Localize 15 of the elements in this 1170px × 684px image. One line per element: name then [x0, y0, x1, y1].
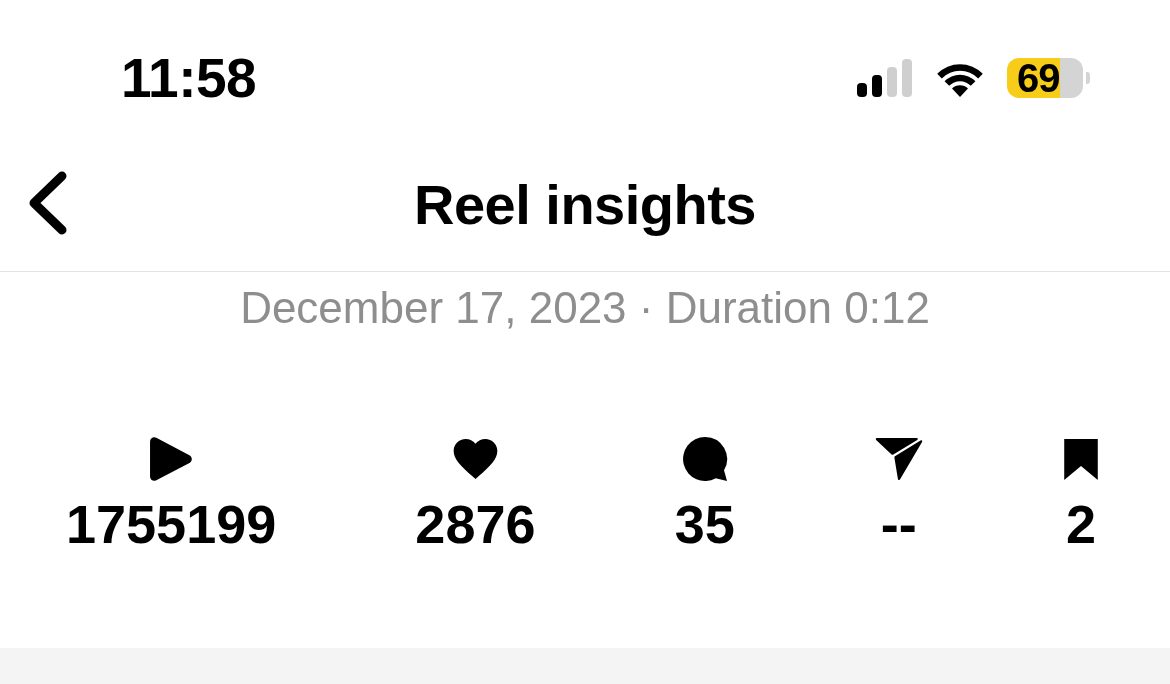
- metric-value: --: [880, 497, 917, 551]
- metric-value: 2: [1065, 497, 1096, 551]
- play-icon: [150, 437, 193, 481]
- reel-date-duration: December 17, 2023 · Duration 0:12: [240, 286, 930, 330]
- signal-bars-icon: [857, 59, 913, 97]
- metric-value: 2876: [415, 497, 536, 551]
- metric-value: 1755199: [66, 497, 277, 551]
- back-chevron-icon: [28, 170, 68, 236]
- heart-icon: [452, 439, 498, 479]
- clock-time: 11:58: [121, 50, 257, 106]
- bookmark-icon: [1062, 438, 1099, 480]
- battery-percentage: 69: [1017, 58, 1060, 98]
- speech-bubble-icon: [680, 437, 729, 481]
- paper-plane-icon: [873, 438, 924, 480]
- metric-value: 35: [674, 497, 735, 551]
